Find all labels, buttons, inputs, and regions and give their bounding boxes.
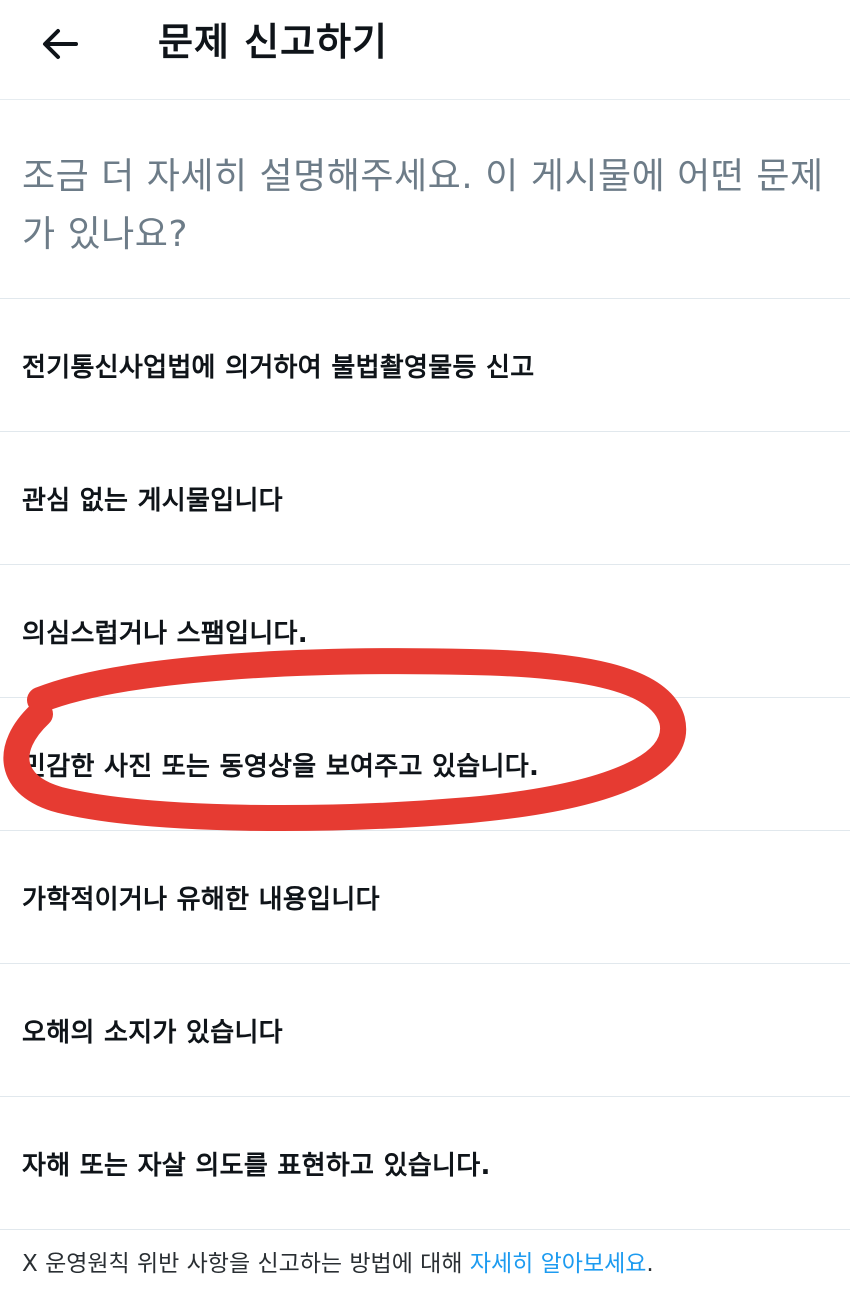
footer-text: X 운영원칙 위반 사항을 신고하는 방법에 대해 bbox=[22, 1251, 470, 1277]
back-button[interactable] bbox=[28, 14, 92, 78]
option-label: 전기통신사업법에 의거하여 불법촬영물등 신고 bbox=[22, 352, 535, 383]
footer-period: . bbox=[646, 1251, 654, 1277]
option-label: 관심 없는 게시물입니다 bbox=[22, 485, 283, 516]
report-option-misleading[interactable]: 오해의 소지가 있습니다 bbox=[0, 964, 850, 1096]
option-label: 오해의 소지가 있습니다 bbox=[22, 1017, 283, 1048]
report-option-abusive[interactable]: 가학적이거나 유해한 내용입니다 bbox=[0, 831, 850, 963]
learn-more-link[interactable]: 자세히 알아보세요 bbox=[470, 1251, 647, 1277]
option-label: 민감한 사진 또는 동영상을 보여주고 있습니다. bbox=[22, 751, 540, 782]
divider bbox=[0, 1229, 850, 1230]
page-title: 문제 신고하기 bbox=[158, 20, 388, 64]
footer-help-text: X 운영원칙 위반 사항을 신고하는 방법에 대해 자세히 알아보세요. bbox=[22, 1244, 842, 1284]
option-label: 자해 또는 자살 의도를 표현하고 있습니다. bbox=[22, 1150, 491, 1181]
report-option-not-interested[interactable]: 관심 없는 게시물입니다 bbox=[0, 432, 850, 564]
option-label: 가학적이거나 유해한 내용입니다 bbox=[22, 884, 380, 915]
header-bar: 문제 신고하기 bbox=[0, 0, 850, 100]
report-option-sensitive-media[interactable]: 민감한 사진 또는 동영상을 보여주고 있습니다. bbox=[0, 698, 850, 830]
option-label: 의심스럽거나 스팸입니다. bbox=[22, 618, 308, 649]
report-prompt: 조금 더 자세히 설명해주세요. 이 게시물에 어떤 문제가 있나요? bbox=[22, 156, 824, 255]
report-option-spam[interactable]: 의심스럽거나 스팸입니다. bbox=[0, 565, 850, 697]
report-option-self-harm[interactable]: 자해 또는 자살 의도를 표현하고 있습니다. bbox=[0, 1097, 850, 1229]
arrow-left-icon bbox=[40, 24, 80, 68]
report-option-illegal-filming[interactable]: 전기통신사업법에 의거하여 불법촬영물등 신고 bbox=[0, 299, 850, 431]
